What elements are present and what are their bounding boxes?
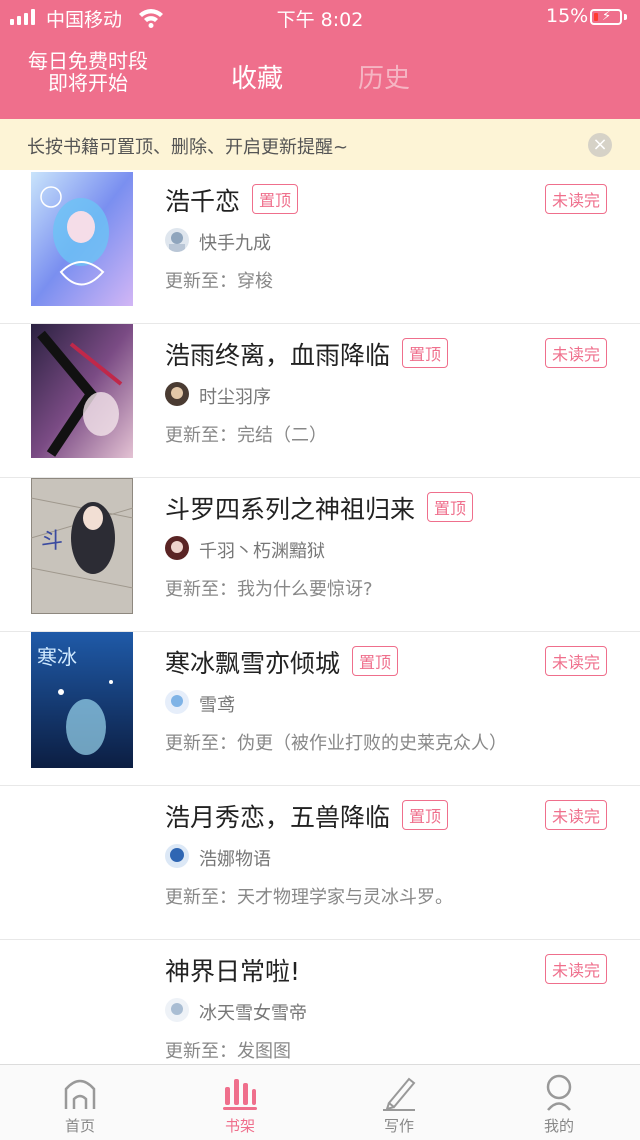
author-avatar [165, 844, 189, 868]
nav-write[interactable]: 写作 [359, 1065, 439, 1140]
book-cover [31, 172, 133, 306]
book-row[interactable]: 浩月秀恋，五兽降临 置顶 未读完 浩娜物语 更新至：天才物理学家与灵冰斗罗。 [0, 786, 640, 940]
unread-badge: 未读完 [545, 184, 608, 214]
author-name: 雪鸢 [199, 695, 235, 716]
pin-badge: 置顶 [402, 800, 449, 830]
unread-badge: 未读完 [545, 800, 608, 830]
book-cover [31, 324, 133, 458]
update-info: 更新至：完结（二） [165, 425, 327, 446]
svg-text:寒冰: 寒冰 [37, 645, 77, 669]
close-icon[interactable]: × [588, 133, 612, 157]
pin-badge: 置顶 [252, 184, 299, 214]
author-name: 千羽丶朽渊黯狱 [199, 541, 325, 562]
app-header: 中国移动 下午 8:02 15% ⚡ 每日免费时段 即将开始 收藏 历史 [0, 0, 640, 119]
tip-text: 长按书籍可置顶、删除、开启更新提醒~ [27, 137, 349, 158]
book-title-text: 浩月秀恋，五兽降临 [165, 803, 391, 832]
book-title-text: 浩千恋 [165, 187, 241, 216]
book-title-text: 浩雨终离，血雨降临 [165, 341, 391, 370]
nav-write-label: 写作 [383, 1117, 414, 1135]
book-row[interactable]: 神界日常啦! 未读完 冰天雪女雪帝 更新至：发图图 [0, 940, 640, 1064]
nav-bookshelf-label: 书架 [224, 1117, 255, 1135]
book-title: 浩雨终离，血雨降临 置顶 [165, 336, 449, 372]
author-avatar [165, 690, 189, 714]
battery-tip [624, 14, 627, 20]
book-row[interactable]: 寒冰 寒冰飘雪亦倾城 置顶 未读完 雪鸢 更新至：伪更（被作业打败的史莱克众人） [0, 632, 640, 786]
author-avatar [165, 228, 189, 252]
book-title-text: 神界日常啦! [165, 957, 301, 986]
author-avatar [165, 382, 189, 406]
unread-badge: 未读完 [545, 646, 608, 676]
book-title-text: 斗罗四系列之神祖归来 [165, 495, 416, 524]
tab-favorites[interactable]: 收藏 [231, 58, 283, 95]
pencil-icon [383, 1077, 416, 1111]
book-cover: 斗 [31, 478, 133, 614]
update-info: 更新至：天才物理学家与灵冰斗罗。 [165, 887, 453, 908]
update-info: 更新至：发图图 [165, 1041, 291, 1062]
free-period-banner[interactable]: 每日免费时段 即将开始 [20, 50, 156, 94]
book-row[interactable]: 浩雨终离，血雨降临 置顶 未读完 时尘羽序 更新至：完结（二） [0, 324, 640, 478]
book-title: 斗罗四系列之神祖归来 置顶 [165, 490, 474, 526]
unread-badge: 未读完 [545, 338, 608, 368]
update-info: 更新至：我为什么要惊讶? [165, 579, 373, 600]
update-info: 更新至：穿梭 [165, 271, 273, 292]
book-title-text: 寒冰飘雪亦倾城 [165, 649, 341, 678]
author-avatar [165, 998, 189, 1022]
book-row[interactable]: 斗 斗罗四系列之神祖归来 置顶 千羽丶朽渊黯狱 更新至：我为什么要惊讶? [0, 478, 640, 632]
free-line-1: 每日免费时段 [28, 49, 148, 73]
tip-bar: 长按书籍可置顶、删除、开启更新提醒~ [0, 119, 640, 170]
nav-me[interactable]: 我的 [519, 1065, 599, 1140]
bookshelf-icon [223, 1079, 257, 1110]
author-name: 时尘羽序 [199, 387, 271, 408]
pin-badge: 置顶 [402, 338, 449, 368]
home-icon [64, 1079, 96, 1109]
book-title: 浩千恋 置顶 [165, 182, 299, 218]
svg-text:斗: 斗 [41, 529, 63, 554]
status-time: 下午 8:02 [276, 9, 364, 31]
author-avatar [165, 536, 189, 560]
tab-history[interactable]: 历史 [358, 58, 410, 95]
bottom-nav: 首页 书架 写作 我的 [0, 1064, 640, 1140]
nav-bookshelf[interactable]: 书架 [200, 1065, 280, 1140]
status-bar: 中国移动 下午 8:02 15% ⚡ [0, 0, 640, 36]
book-cover: 寒冰 [31, 632, 133, 768]
pin-badge: 置顶 [352, 646, 399, 676]
nav-home[interactable]: 首页 [40, 1065, 120, 1140]
battery-percent: 15% [546, 5, 589, 27]
author-name: 浩娜物语 [199, 849, 271, 870]
pin-badge: 置顶 [427, 492, 474, 522]
book-title: 寒冰飘雪亦倾城 置顶 [165, 644, 399, 680]
book-row[interactable]: 浩千恋 置顶 未读完 快手九成 更新至：穿梭 [0, 170, 640, 324]
bookshelf-list: 浩千恋置顶 未读完 快手九成 更新至：穿梭 浩雨终离，血雨降临置顶 未读完 [0, 170, 640, 1064]
book-title: 神界日常啦! [165, 952, 300, 988]
update-info: 更新至：伪更（被作业打败的史莱克众人） [165, 733, 507, 754]
nav-home-label: 首页 [64, 1117, 95, 1135]
unread-badge: 未读完 [545, 954, 608, 984]
author-name: 冰天雪女雪帝 [199, 1003, 307, 1024]
free-line-2: 即将开始 [48, 71, 128, 95]
nav-me-label: 我的 [543, 1117, 574, 1135]
user-icon [546, 1074, 572, 1111]
battery-icon: ⚡ [590, 9, 622, 25]
book-title: 浩月秀恋，五兽降临 置顶 [165, 798, 449, 834]
author-name: 快手九成 [199, 233, 271, 254]
